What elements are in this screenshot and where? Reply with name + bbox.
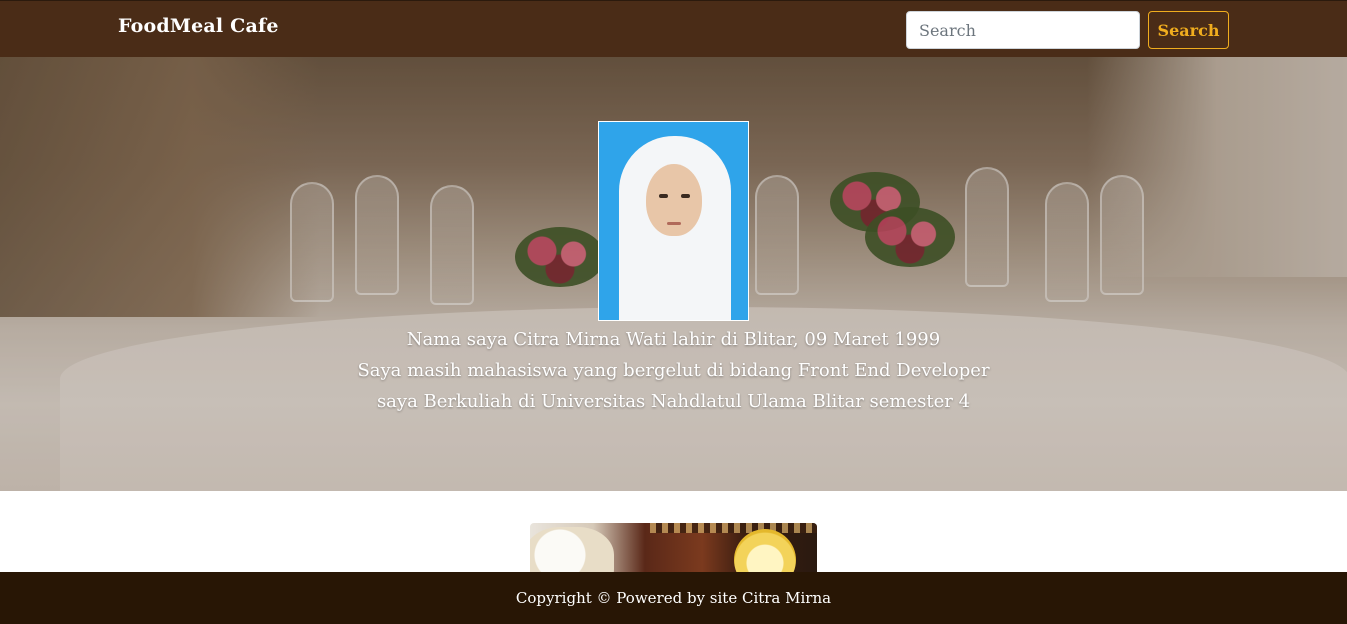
food-image-pattern [650,523,817,533]
profile-photo [598,121,749,321]
hero-section: Nama saya Citra Mirna Wati lahir di Blit… [0,57,1347,491]
photo-face [646,164,702,236]
photo-eye [659,194,668,198]
navbar: FoodMeal Cafe Search [0,0,1347,57]
brand-logo[interactable]: FoodMeal Cafe [118,15,279,37]
bio-line-study: saya Berkuliah di Universitas Nahdlatul … [376,391,971,412]
footer-copyright: Copyright © Powered by site Citra Mirna [515,589,832,607]
search-input[interactable] [906,11,1140,49]
photo-mouth [667,222,681,225]
bio-line-name: Nama saya Citra Mirna Wati lahir di Blit… [406,329,941,350]
photo-eye [681,194,690,198]
search-button[interactable]: Search [1148,11,1229,49]
hero-bio: Nama saya Citra Mirna Wati lahir di Blit… [0,324,1347,417]
bio-line-role: Saya masih mahasiswa yang bergelut di bi… [357,360,990,381]
footer: Copyright © Powered by site Citra Mirna [0,572,1347,624]
